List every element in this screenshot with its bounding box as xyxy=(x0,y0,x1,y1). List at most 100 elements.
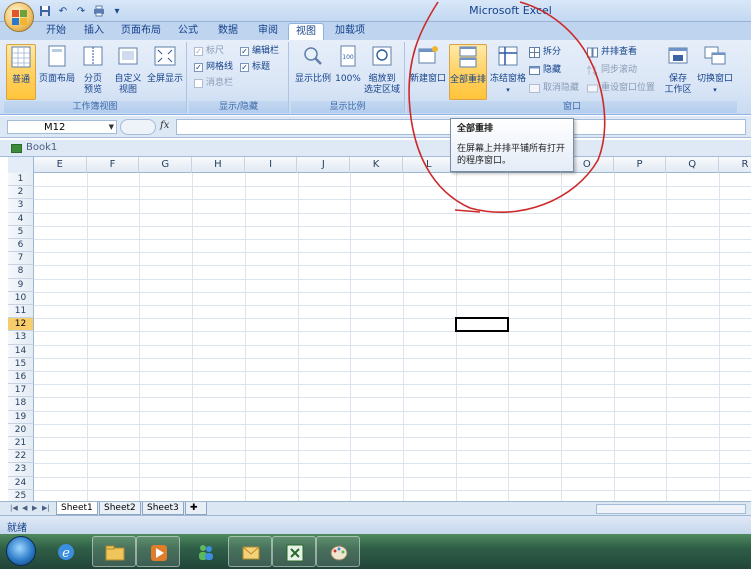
page-layout-view-button[interactable]: 页面布局 xyxy=(38,44,76,85)
explorer-icon[interactable] xyxy=(92,536,136,567)
column-header-e[interactable]: E xyxy=(34,157,87,173)
normal-view-button[interactable]: 普通 xyxy=(6,44,36,100)
row-header-21[interactable]: 21 xyxy=(8,437,34,451)
messenger-icon[interactable] xyxy=(184,536,228,567)
sheet-tab-sheet2[interactable]: Sheet2 xyxy=(99,502,141,515)
new-window-icon xyxy=(418,46,438,64)
start-orb[interactable] xyxy=(6,536,36,566)
next-sheet-icon[interactable]: ▶ xyxy=(32,504,37,512)
row-header-25[interactable]: 25 xyxy=(8,489,34,501)
row-header-19[interactable]: 19 xyxy=(8,410,34,424)
row-header-14[interactable]: 14 xyxy=(8,344,34,358)
side-by-side-button[interactable]: 并排查看 xyxy=(587,46,637,59)
first-sheet-icon[interactable]: |◀ xyxy=(10,504,18,512)
office-button[interactable] xyxy=(4,2,34,32)
tab-page-layout[interactable]: 页面布局 xyxy=(118,23,164,40)
gridline-horizontal xyxy=(34,265,751,267)
row-header-3[interactable]: 3 xyxy=(8,199,34,213)
column-header-g[interactable]: G xyxy=(139,157,193,173)
reset-position-button[interactable]: 重设窗口位置 xyxy=(587,82,655,95)
switch-windows-button[interactable]: 切换窗口 ▾ xyxy=(696,44,734,96)
new-window-button[interactable]: 新建窗口 xyxy=(409,44,447,85)
ruler-checkbox[interactable]: ✓ 标尺 xyxy=(194,45,224,58)
worksheet-grid[interactable]: EFGHIJKLMNOPQR 1234567891011121314151617… xyxy=(8,157,751,501)
zoom-100-button[interactable]: 100 100% xyxy=(335,44,361,85)
row-header-13[interactable]: 13 xyxy=(8,331,34,345)
gridline-horizontal xyxy=(34,252,751,254)
tab-home[interactable]: 开始 xyxy=(40,23,72,40)
message-bar-check-icon xyxy=(194,79,203,88)
row-header-8[interactable]: 8 xyxy=(8,265,34,279)
gridline-horizontal xyxy=(34,305,751,306)
column-header-h[interactable]: H xyxy=(192,157,245,173)
row-header-16[interactable]: 16 xyxy=(8,371,34,385)
paint-icon[interactable] xyxy=(316,536,360,567)
last-sheet-icon[interactable]: ▶| xyxy=(42,504,50,512)
row-header-24[interactable]: 24 xyxy=(8,476,34,490)
sync-scroll-button[interactable]: 同步滚动 xyxy=(587,64,637,77)
freeze-panes-button[interactable]: 冻结窗格 ▾ xyxy=(489,44,527,96)
row-header-9[interactable]: 9 xyxy=(8,278,34,292)
tab-data[interactable]: 数据 xyxy=(212,23,244,40)
insert-function-icon[interactable]: fx xyxy=(160,120,169,131)
column-header-r[interactable]: R xyxy=(719,157,751,173)
hide-button[interactable]: 隐藏 xyxy=(529,64,561,77)
tab-formulas[interactable]: 公式 xyxy=(172,23,204,40)
row-header-22[interactable]: 22 xyxy=(8,450,34,464)
custom-views-button[interactable]: 自定义 视图 xyxy=(112,44,144,96)
select-all-corner[interactable] xyxy=(8,157,34,173)
row-header-23[interactable]: 23 xyxy=(8,463,34,477)
tab-addins[interactable]: 加载项 xyxy=(330,23,370,40)
excel-icon[interactable] xyxy=(272,536,316,567)
row-header-7[interactable]: 7 xyxy=(8,252,34,266)
prev-sheet-icon[interactable]: ◀ xyxy=(22,504,27,512)
row-header-4[interactable]: 4 xyxy=(8,212,34,226)
row-header-1[interactable]: 1 xyxy=(8,173,34,187)
row-header-12[interactable]: 12 xyxy=(8,318,34,332)
ie-icon[interactable]: e xyxy=(44,536,88,567)
tab-review[interactable]: 审阅 xyxy=(252,23,284,40)
insert-sheet-icon[interactable]: ✚ xyxy=(185,502,207,515)
page-break-preview-button[interactable]: 分页 预览 xyxy=(78,44,108,96)
column-header-p[interactable]: P xyxy=(614,157,667,173)
zoom-to-selection-button[interactable]: 缩放到 选定区域 xyxy=(363,44,401,96)
row-header-20[interactable]: 20 xyxy=(8,423,34,437)
row-header-17[interactable]: 17 xyxy=(8,384,34,398)
row-header-18[interactable]: 18 xyxy=(8,397,34,411)
media-player-icon[interactable] xyxy=(136,536,180,567)
sheet-tab-sheet1[interactable]: Sheet1 xyxy=(56,502,98,515)
outlook-icon[interactable] xyxy=(228,536,272,567)
zoom-button[interactable]: 显示比例 xyxy=(293,44,333,85)
tab-insert[interactable]: 插入 xyxy=(78,23,110,40)
column-header-j[interactable]: J xyxy=(298,157,351,173)
column-header-q[interactable]: Q xyxy=(666,157,720,173)
sheet-tab-bar: |◀ ◀ ▶ ▶| Sheet1 Sheet2 Sheet3 ✚ xyxy=(0,501,751,515)
arrange-all-button[interactable]: 全部重排 xyxy=(449,44,487,100)
horizontal-scrollbar[interactable] xyxy=(596,504,746,514)
tab-view[interactable]: 视图 xyxy=(288,23,324,40)
column-header-f[interactable]: F xyxy=(87,157,140,173)
column-header-l[interactable]: L xyxy=(403,157,456,173)
gridlines-checkbox[interactable]: ✓ 网格线 xyxy=(194,61,233,74)
name-box[interactable]: M12 ▼ xyxy=(7,120,117,134)
formula-bar-checkbox[interactable]: ✓ 编辑栏 xyxy=(240,45,279,58)
headings-checkbox[interactable]: ✓ 标题 xyxy=(240,61,270,74)
name-box-dropdown-icon[interactable]: ▼ xyxy=(109,121,114,134)
full-screen-button[interactable]: 全屏显示 xyxy=(146,44,184,85)
row-header-11[interactable]: 11 xyxy=(8,305,34,319)
row-header-2[interactable]: 2 xyxy=(8,186,34,200)
row-header-5[interactable]: 5 xyxy=(8,225,34,239)
split-button[interactable]: 拆分 xyxy=(529,46,561,59)
message-bar-checkbox[interactable]: 消息栏 xyxy=(194,77,233,90)
unhide-button[interactable]: 取消隐藏 xyxy=(529,82,579,95)
row-header-10[interactable]: 10 xyxy=(8,291,34,305)
formula-expand-button[interactable] xyxy=(120,119,156,135)
column-header-k[interactable]: K xyxy=(350,157,403,173)
selected-cell[interactable] xyxy=(454,317,510,333)
save-workspace-button[interactable]: 保存 工作区 xyxy=(662,44,694,96)
sheet-tab-sheet3[interactable]: Sheet3 xyxy=(142,502,184,515)
gridline-horizontal xyxy=(34,357,751,359)
column-header-i[interactable]: I xyxy=(245,157,298,173)
row-header-15[interactable]: 15 xyxy=(8,357,34,371)
row-header-6[interactable]: 6 xyxy=(8,239,34,253)
